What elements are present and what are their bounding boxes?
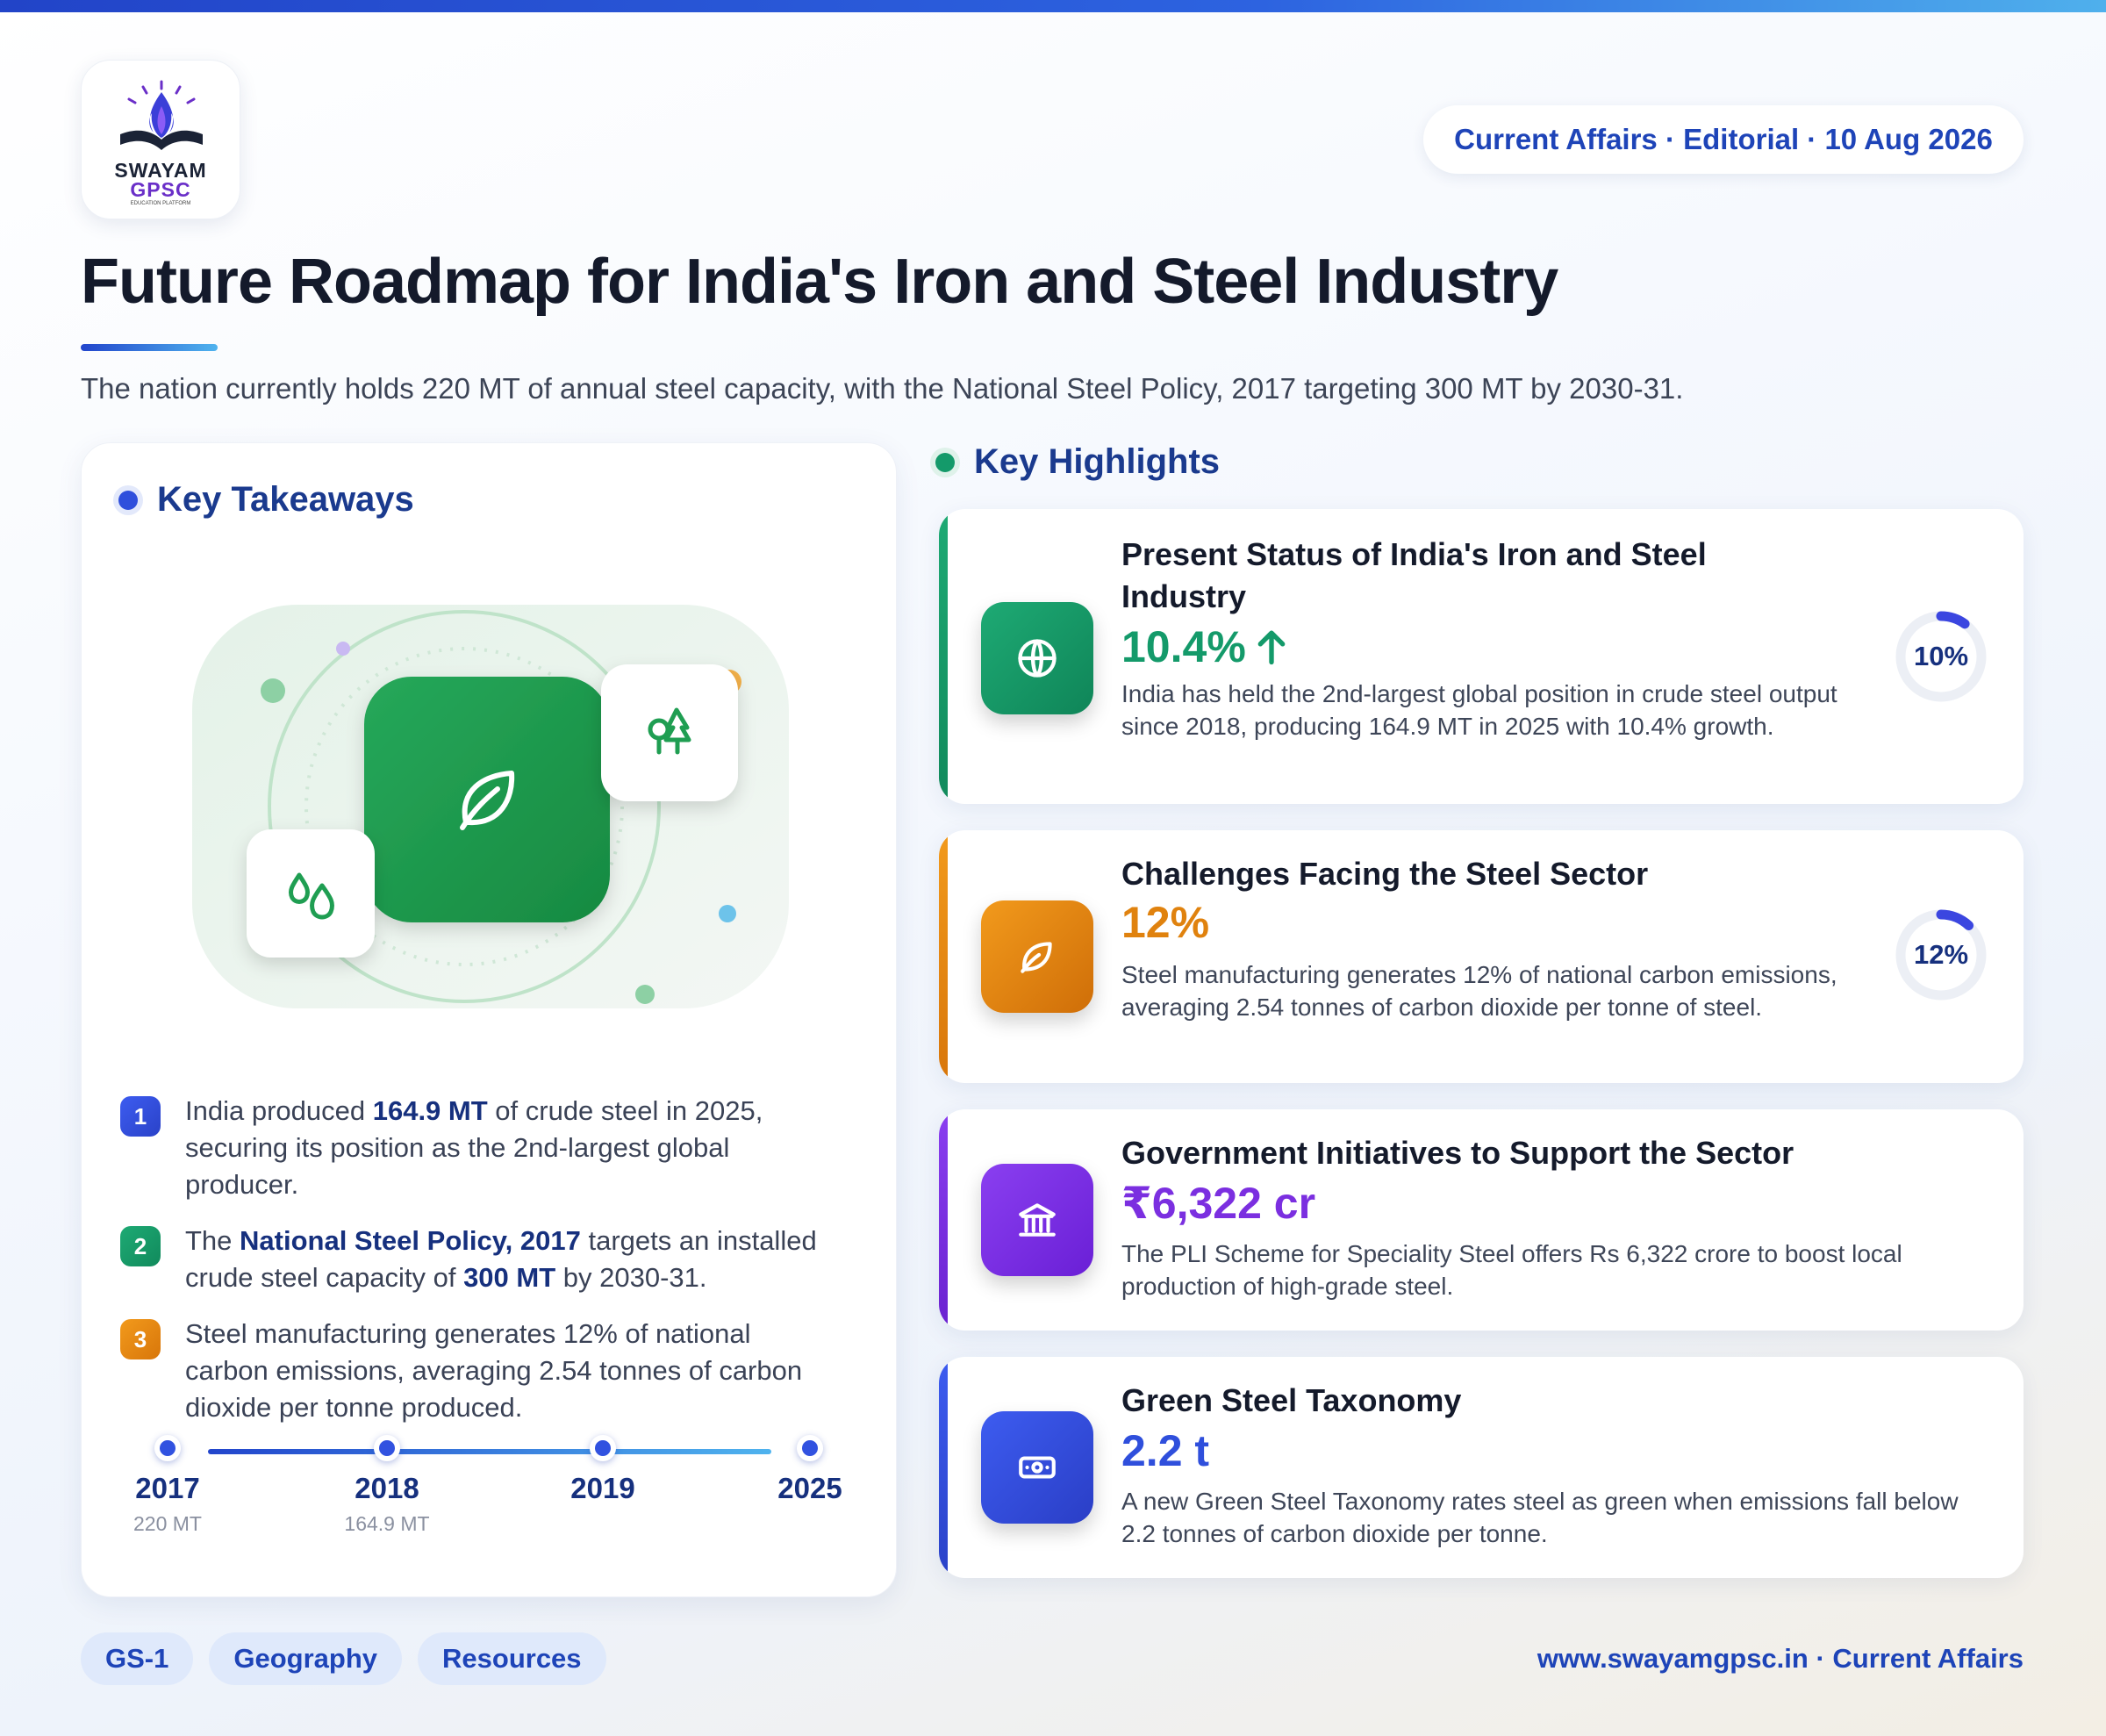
bullet-dot-icon <box>935 452 955 472</box>
brand-name-line2: GPSC <box>130 178 191 201</box>
progress-ring-label: 12% <box>1913 939 1969 970</box>
highlight-value: 10.4% <box>1121 621 1288 672</box>
highlight-description: The PLI Scheme for Speciality Steel offe… <box>1121 1240 1902 1300</box>
category-date-pill: Current Affairs · Editorial · 10 Aug 202… <box>1423 105 2024 174</box>
key-takeaways-card: Key Takeaways 1 India produced 164.9 MT … <box>81 442 897 1597</box>
highlight-value: 12% <box>1121 898 1210 947</box>
page-subtitle: The nation currently holds 220 MT of ann… <box>81 372 1684 405</box>
title-underline <box>81 344 218 351</box>
list-item: 1 India produced 164.9 MT of crude steel… <box>120 1093 857 1203</box>
key-highlights-heading: Key Highlights <box>935 442 1220 482</box>
timeline: 2017 220 MT 2018 164.9 MT 2019 2025 <box>82 1435 898 1575</box>
footer-website-link[interactable]: www.swayamgpsc.in · Current Affairs <box>1537 1643 2024 1675</box>
progress-ring: 12% <box>1894 907 1988 1002</box>
timeline-year: 2017 <box>135 1472 200 1504</box>
key-highlights-heading-text: Key Highlights <box>974 442 1221 481</box>
timeline-point: 2025 <box>722 1435 898 1512</box>
highlight-description: India has held the 2nd-largest global po… <box>1121 680 1837 740</box>
timeline-value: 220 MT <box>133 1512 202 1535</box>
takeaway-number-badge: 1 <box>120 1096 161 1137</box>
top-accent-bar <box>0 0 2106 12</box>
globe-icon <box>981 602 1093 714</box>
timeline-point: 2018 164.9 MT <box>299 1435 475 1536</box>
timeline-year: 2025 <box>777 1472 842 1504</box>
banknote-icon <box>981 1411 1093 1524</box>
timeline-dot <box>590 1435 616 1461</box>
page-title: Future Roadmap for India's Iron and Stee… <box>81 247 1558 317</box>
brand-tagline: EDUCATION PLATFORM <box>130 201 191 206</box>
bank-icon <box>981 1164 1093 1276</box>
timeline-year: 2018 <box>355 1472 419 1504</box>
key-takeaways-heading-text: Key Takeaways <box>157 480 414 519</box>
tag-resources[interactable]: Resources <box>418 1632 606 1685</box>
list-item: 3 Steel manufacturing generates 12% of n… <box>120 1316 857 1426</box>
progress-ring-label: 10% <box>1913 641 1969 671</box>
flame-book-logo-icon <box>120 80 203 150</box>
highlight-description: Steel manufacturing generates 12% of nat… <box>1121 961 1837 1021</box>
card-accent-bar <box>939 1109 948 1331</box>
takeaway-number-badge: 3 <box>120 1319 161 1359</box>
highlight-title: Green Steel Taxonomy <box>1121 1382 1462 1418</box>
timeline-dot <box>797 1435 823 1461</box>
highlight-title: Challenges Facing the Steel Sector <box>1121 856 1649 892</box>
progress-ring: 10% <box>1894 609 1988 704</box>
timeline-dot <box>154 1435 181 1461</box>
takeaway-text: The National Steel Policy, 2017 targets … <box>185 1225 817 1293</box>
highlight-card-government-initiatives: Government Initiatives to Support the Se… <box>939 1109 2024 1331</box>
timeline-year: 2019 <box>570 1472 635 1504</box>
takeaway-text: India produced 164.9 MT of crude steel i… <box>185 1095 763 1200</box>
timeline-point: 2019 <box>515 1435 691 1512</box>
takeaway-number-badge: 2 <box>120 1226 161 1266</box>
takeaway-text: Steel manufacturing generates 12% of nat… <box>185 1318 803 1423</box>
list-item: 2 The National Steel Policy, 2017 target… <box>120 1223 857 1296</box>
card-accent-bar <box>939 509 948 804</box>
highlight-description: A new Green Steel Taxonomy rates steel a… <box>1121 1488 1959 1547</box>
card-accent-bar <box>939 1357 948 1578</box>
highlight-card-green-steel-taxonomy: Green Steel Taxonomy 2.2 t A new Green S… <box>939 1357 2024 1578</box>
sustainability-illustration <box>192 605 789 1008</box>
key-takeaways-heading: Key Takeaways <box>118 480 414 520</box>
brand-logo[interactable]: SWAYAM GPSC EDUCATION PLATFORM <box>81 60 240 219</box>
timeline-point: 2017 220 MT <box>80 1435 255 1536</box>
tag-geography[interactable]: Geography <box>209 1632 403 1685</box>
highlight-title: Government Initiatives to Support the Se… <box>1121 1135 1794 1171</box>
timeline-dot <box>374 1435 400 1461</box>
highlight-title: Present Status of India's Iron and Steel… <box>1121 536 1707 614</box>
highlight-card-challenges: Challenges Facing the Steel Sector 12% S… <box>939 830 2024 1083</box>
arrow-up-icon <box>1257 630 1286 665</box>
highlight-card-present-status: Present Status of India's Iron and Steel… <box>939 509 2024 804</box>
timeline-value: 164.9 MT <box>344 1512 430 1535</box>
bullet-dot-icon <box>118 490 138 510</box>
leaf-icon <box>981 900 1093 1013</box>
takeaways-list: 1 India produced 164.9 MT of crude steel… <box>120 1093 857 1445</box>
card-accent-bar <box>939 830 948 1083</box>
highlight-value: 2.2 t <box>1121 1426 1210 1475</box>
topic-tags: GS-1 Geography Resources <box>81 1632 622 1685</box>
tag-gs1[interactable]: GS-1 <box>81 1632 194 1685</box>
highlight-value: ₹6,322 cr <box>1121 1179 1316 1228</box>
